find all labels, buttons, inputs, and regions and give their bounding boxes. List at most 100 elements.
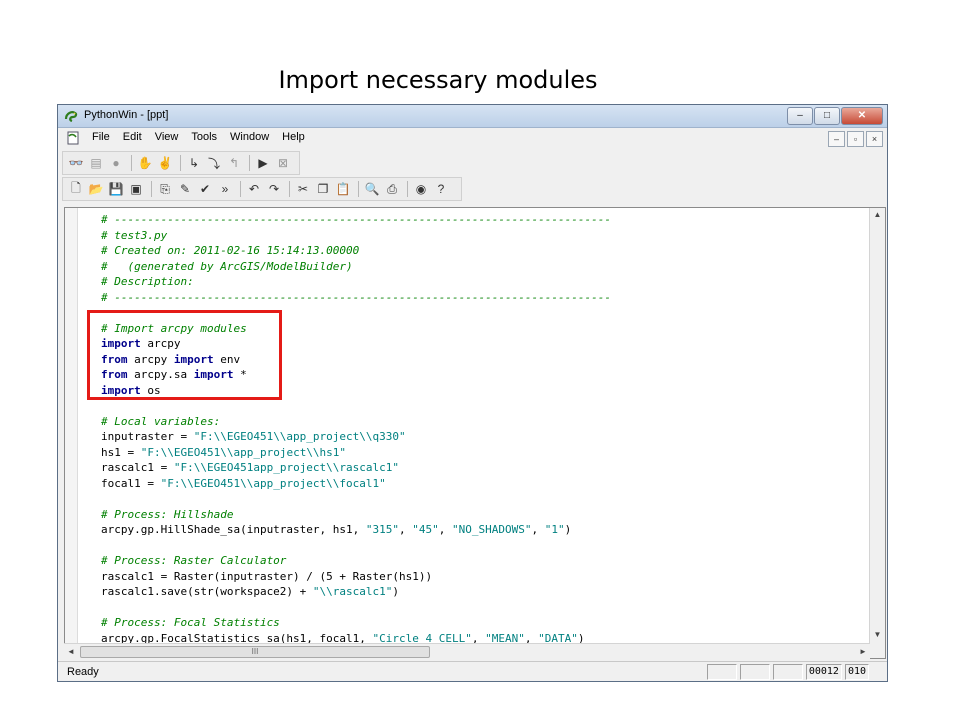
redo-icon[interactable]: ↷: [265, 180, 283, 198]
menu-item-window[interactable]: Window: [230, 131, 269, 143]
scroll-thumb[interactable]: III: [80, 646, 430, 658]
close-button[interactable]: ✕: [841, 107, 883, 125]
code-token: # --------------------------------------…: [101, 290, 611, 304]
code-token: # Process: Hillshade: [101, 507, 234, 521]
print-preview-icon[interactable]: 🔍: [363, 180, 381, 198]
code-token: hs1 =: [101, 445, 141, 459]
help-icon[interactable]: ?: [432, 180, 450, 198]
run-icon[interactable]: ▶: [254, 154, 272, 172]
paste-special-icon[interactable]: ⎘: [156, 180, 174, 198]
horizontal-scrollbar[interactable]: ◄ III ►: [64, 643, 870, 659]
menu-item-help[interactable]: Help: [282, 131, 305, 143]
open-icon[interactable]: 📂: [87, 180, 105, 198]
scroll-down-icon[interactable]: ▼: [870, 628, 885, 642]
menu-item-edit[interactable]: Edit: [123, 131, 142, 143]
code-content[interactable]: # --------------------------------------…: [101, 212, 611, 646]
code-line[interactable]: [101, 491, 611, 507]
mdi-restore-button[interactable]: ▫: [847, 131, 864, 147]
code-line[interactable]: inputraster = "F:\\EGEO451\\app_project\…: [101, 429, 611, 445]
code-token: ): [564, 523, 572, 536]
new-file-icon[interactable]: 🗋: [67, 180, 85, 198]
minimize-button[interactable]: –: [787, 107, 813, 125]
status-panel-empty: [706, 664, 737, 680]
debug-toolbar: 👓 ▤ ● ✋ ✌ ↳ ⤵ ↰ ▶ ⊠: [62, 151, 300, 175]
code-line[interactable]: # Process: Hillshade: [101, 507, 611, 523]
status-text: Ready: [67, 666, 99, 678]
toolbar-separator: [407, 181, 408, 197]
code-token: rascalc1 =: [101, 461, 174, 474]
code-line[interactable]: # --------------------------------------…: [101, 212, 611, 228]
about-icon[interactable]: ◉: [412, 180, 430, 198]
mdi-close-button[interactable]: ×: [866, 131, 883, 147]
code-line[interactable]: hs1 = "F:\\EGEO451\\app_project\\hs1": [101, 445, 611, 461]
import-highlight-box: [87, 310, 282, 400]
code-line[interactable]: # --------------------------------------…: [101, 290, 611, 306]
code-editor[interactable]: # --------------------------------------…: [64, 207, 886, 659]
code-line[interactable]: # Created on: 2011-02-16 15:14:13.00000: [101, 243, 611, 259]
glasses-icon[interactable]: 👓: [67, 154, 85, 172]
vertical-scrollbar[interactable]: ▲ ▼: [869, 208, 885, 658]
code-line[interactable]: # Description:: [101, 274, 611, 290]
copy-icon[interactable]: ❐: [314, 180, 332, 198]
status-panel-empty: [739, 664, 770, 680]
paste-icon[interactable]: 📋: [334, 180, 352, 198]
scroll-right-icon[interactable]: ►: [856, 644, 870, 659]
print-icon[interactable]: ⎙: [383, 180, 401, 198]
code-line[interactable]: # Process: Raster Calculator: [101, 553, 611, 569]
code-line[interactable]: [101, 538, 611, 554]
code-line[interactable]: # Local variables:: [101, 414, 611, 430]
code-line[interactable]: focal1 = "F:\\EGEO451\\app_project\\foca…: [101, 476, 611, 492]
code-token: ,: [531, 523, 545, 536]
maximize-button[interactable]: □: [814, 107, 840, 125]
document-icon[interactable]: [66, 131, 80, 145]
menu-bar: File Edit View Tools Window Help – ▫ ×: [58, 128, 887, 148]
code-token: "F:\\EGEO451\\app_project\\focal1": [160, 476, 386, 490]
hand-icon[interactable]: ✋: [136, 154, 154, 172]
close-debug-icon[interactable]: ⊠: [274, 154, 292, 172]
code-token: # Process: Focal Statistics: [101, 616, 280, 629]
scroll-up-icon[interactable]: ▲: [870, 208, 885, 222]
code-line[interactable]: # (generated by ArcGIS/ModelBuilder): [101, 259, 611, 275]
mdi-minimize-button[interactable]: –: [828, 131, 845, 147]
step-out-icon[interactable]: ↰: [225, 154, 243, 172]
code-line[interactable]: [101, 600, 611, 616]
save-all-icon[interactable]: ▣: [127, 180, 145, 198]
code-line[interactable]: # Process: Focal Statistics: [101, 615, 611, 631]
code-token: # Process: Raster Calculator: [101, 554, 287, 567]
title-bar[interactable]: PythonWin - [ppt] – □ ✕: [58, 105, 887, 128]
scroll-left-icon[interactable]: ◄: [64, 644, 78, 659]
code-token: "315": [365, 523, 400, 536]
step-over-icon[interactable]: ⤵: [205, 154, 223, 172]
pen-icon[interactable]: ✎: [176, 180, 194, 198]
toolbar-separator: [289, 181, 290, 197]
toolbar-separator: [180, 155, 181, 171]
code-token: "F:\\EGEO451\\app_project\\q330": [193, 430, 406, 443]
standard-toolbar: 🗋 📂 💾 ▣ ⎘ ✎ ✔ » ↶ ↷ ✂ ❐ 📋 🔍 ⎙ ◉ ?: [62, 177, 462, 201]
save-icon[interactable]: 💾: [107, 180, 125, 198]
cut-icon[interactable]: ✂: [294, 180, 312, 198]
code-token: "F:\\EGEO451\\app_project\\hs1": [140, 445, 347, 459]
indent-icon[interactable]: »: [216, 180, 234, 198]
code-line[interactable]: rascalc1.save(str(workspace2) + "\\rasca…: [101, 584, 611, 600]
menu-item-view[interactable]: View: [155, 131, 179, 143]
undo-icon[interactable]: ↶: [245, 180, 263, 198]
menu-item-tools[interactable]: Tools: [191, 131, 217, 143]
menu-item-file[interactable]: File: [92, 131, 110, 143]
stop-icon[interactable]: ●: [107, 154, 125, 172]
check-icon[interactable]: ✔: [196, 180, 214, 198]
code-line[interactable]: rascalc1 = Raster(inputraster) / (5 + Ra…: [101, 569, 611, 585]
status-column-number: 010: [844, 664, 869, 680]
code-line[interactable]: [101, 398, 611, 414]
code-line[interactable]: # test3.py: [101, 228, 611, 244]
step-in-icon[interactable]: ↳: [185, 154, 203, 172]
code-token: ,: [438, 523, 453, 536]
hand-debug-icon[interactable]: ✌: [156, 154, 174, 172]
code-line[interactable]: rascalc1 = "F:\\EGEO451app_project\\rasc…: [101, 460, 611, 476]
code-token: ): [392, 585, 400, 598]
code-line[interactable]: arcpy.gp.HillShade_sa(inputraster, hs1, …: [101, 522, 611, 538]
watch-icon[interactable]: ▤: [87, 154, 105, 172]
editor-margin: [65, 208, 78, 658]
code-token: arcpy.gp.HillShade_sa(inputraster, hs1,: [101, 523, 366, 536]
toolbar-separator: [151, 181, 152, 197]
status-panel-empty: [772, 664, 803, 680]
